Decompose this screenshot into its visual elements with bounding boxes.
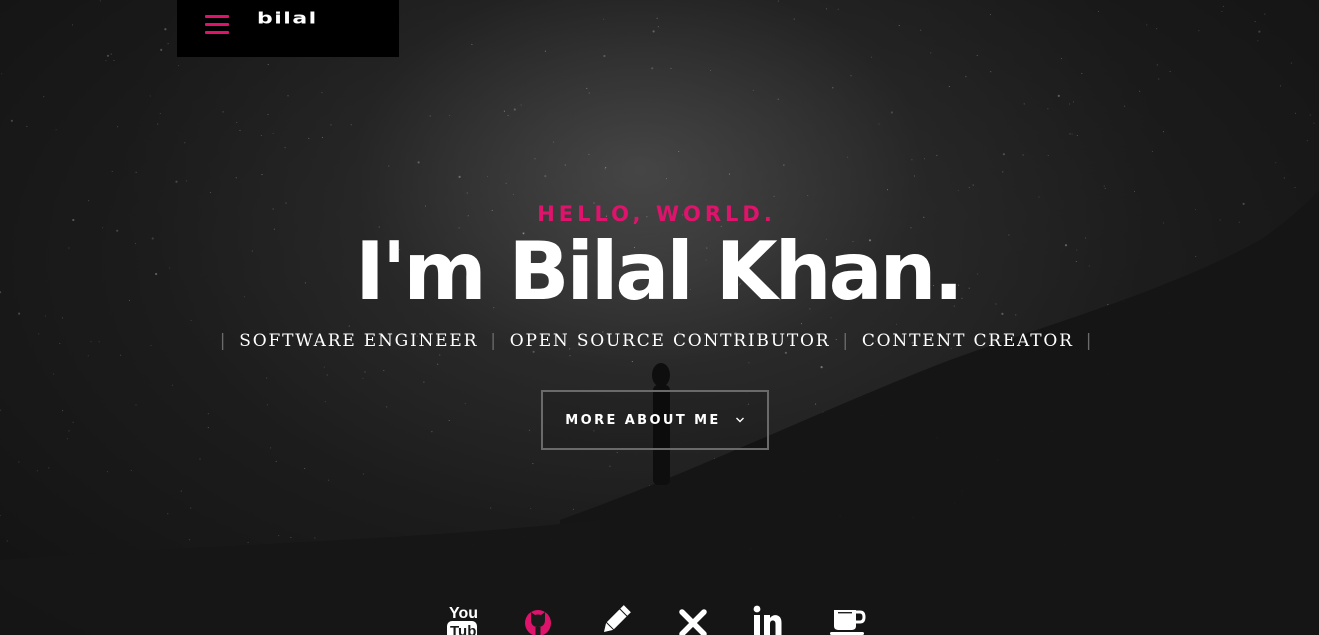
x-link[interactable] [677, 600, 717, 635]
svg-text:Tube: Tube [450, 623, 480, 635]
role-separator: | [219, 331, 228, 351]
coffee-cup-icon [830, 610, 866, 635]
svg-text:You: You [449, 605, 478, 622]
site-logo[interactable]: bilal [257, 10, 318, 29]
hamburger-icon[interactable] [205, 14, 229, 34]
linkedin-icon [753, 605, 782, 635]
youtube-icon: You Tube [447, 605, 485, 635]
role-software-engineer: SOFTWARE ENGINEER [239, 331, 479, 351]
chevron-down-icon [735, 417, 744, 423]
social-links: You Tube [440, 600, 880, 635]
brand-bar: bilal [177, 0, 399, 57]
intro-title: I'm Bilal Khan. [355, 225, 964, 318]
role-open-source-contributor: OPEN SOURCE CONTRIBUTOR [509, 331, 831, 351]
more-about-me-button[interactable]: MORE ABOUT ME [541, 390, 769, 450]
pencil-icon [603, 605, 631, 633]
person-silhouette [652, 363, 670, 387]
linkedin-link[interactable] [752, 600, 792, 635]
youtube-link[interactable]: You Tube [446, 600, 486, 635]
role-separator: | [842, 331, 850, 351]
github-icon [525, 610, 551, 635]
coffee-link[interactable] [829, 600, 869, 635]
blog-link[interactable] [600, 600, 640, 635]
more-about-me-label: MORE ABOUT ME [565, 412, 721, 428]
role-list: | SOFTWARE ENGINEER | OPEN SOURCE CONTRIBUT… [0, 329, 1313, 353]
hero-section: bilal HELLO, WORLD. I'm Bilal Khan. | SOF… [0, 0, 1319, 635]
role-separator: | [490, 331, 498, 351]
github-link[interactable] [523, 600, 563, 635]
x-icon [679, 609, 707, 635]
role-content-creator: CONTENT CREATOR [861, 331, 1074, 351]
role-separator: | [1085, 331, 1094, 351]
